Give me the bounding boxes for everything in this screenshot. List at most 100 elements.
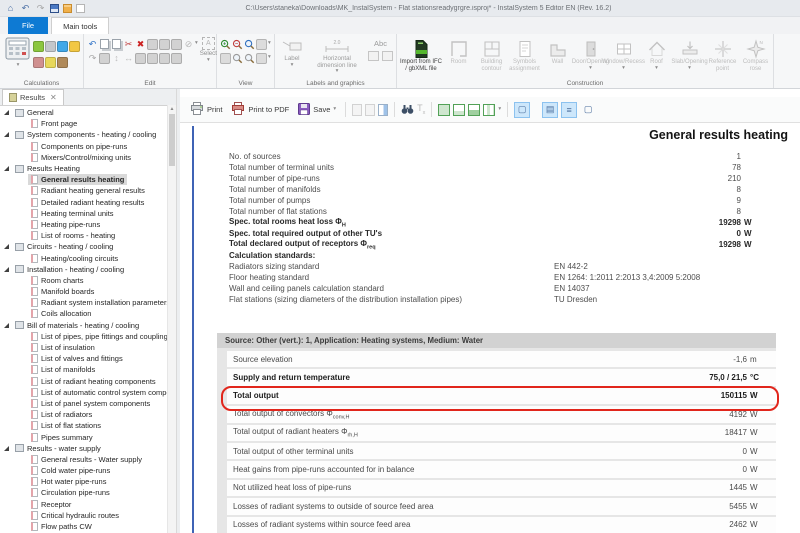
print-to-pdf-button[interactable]: Print to PDF — [228, 100, 292, 119]
new-document-icon[interactable] — [76, 4, 85, 13]
tree-item[interactable]: List of pipes, pipe fittings and couplin… — [0, 331, 168, 342]
water-calculation-icon[interactable] — [69, 40, 80, 52]
calculations-dropdown-icon[interactable]: ▾ — [17, 63, 20, 69]
diagnostics-icon[interactable] — [33, 56, 44, 68]
anchor-icon[interactable] — [159, 38, 170, 50]
plain-view-toggle[interactable]: ▢ — [580, 102, 596, 118]
print-button[interactable]: Print — [187, 100, 225, 119]
window-recess-dropdown-icon[interactable]: ▾ — [622, 66, 625, 72]
fit-width-toggle[interactable]: ▢ — [514, 102, 530, 118]
tree-item[interactable]: List of rooms - heating — [0, 230, 168, 241]
tree-item[interactable]: Manifold boards — [0, 286, 168, 297]
tree-item[interactable]: Critical hydraulic routes — [0, 510, 168, 521]
tree-item[interactable]: Installation - heating / cooling — [0, 264, 168, 275]
pan-icon[interactable] — [220, 52, 231, 64]
text-abc-icon[interactable]: Abc — [374, 39, 387, 48]
expand-arrow-icon[interactable] — [4, 110, 9, 115]
tree-item[interactable]: Bill of materials - heating / cooling — [0, 320, 168, 331]
tree-item[interactable]: Pipes summary — [0, 431, 168, 442]
report-style-grid-icon[interactable] — [483, 104, 495, 116]
tree-item[interactable]: List of valves and fittings — [0, 353, 168, 364]
flip-vertical-icon[interactable]: ↕ — [111, 52, 122, 64]
expand-arrow-icon[interactable] — [4, 267, 9, 272]
tree-item[interactable]: General results heating — [0, 174, 168, 185]
tab-main-tools[interactable]: Main tools — [51, 17, 109, 34]
table-graphic-icon[interactable] — [368, 51, 379, 61]
tree-item[interactable]: List of automatic control system compo — [0, 387, 168, 398]
door-opening-dropdown-icon[interactable]: ▾ — [589, 66, 592, 72]
paste-icon[interactable] — [111, 38, 122, 50]
row-dropdown-icon[interactable]: ▾ — [268, 41, 271, 47]
search-binoculars-icon[interactable] — [401, 103, 414, 117]
save-icon[interactable] — [50, 4, 59, 13]
viewports-icon[interactable] — [256, 52, 267, 64]
zoom-all-icon[interactable] — [244, 52, 255, 64]
report-style-summary-icon[interactable] — [468, 104, 480, 116]
tree-item[interactable]: Heating pipe-runs — [0, 219, 168, 230]
align-icon[interactable] — [147, 38, 158, 50]
tree-item[interactable]: Results - water supply — [0, 443, 168, 454]
page-view-toggle[interactable]: ▤ — [542, 102, 558, 118]
tab-file[interactable]: File — [8, 17, 48, 34]
tree-item[interactable]: Front page — [0, 118, 168, 129]
auto-off-icon[interactable]: ⊘ — [183, 38, 194, 50]
horizontal-dimension-line-button[interactable]: 2.0 Horizontal dimension line ▾ — [306, 37, 368, 75]
zoom-out-icon[interactable]: − — [232, 38, 243, 50]
expand-arrow-icon[interactable] — [4, 244, 9, 249]
columns-icon[interactable] — [171, 52, 182, 64]
redo-icon[interactable]: ↷ — [87, 52, 98, 64]
label-button[interactable]: Label ▾ — [278, 37, 306, 68]
table-icon[interactable] — [159, 52, 170, 64]
tree-item[interactable]: Circulation pipe-runs — [0, 487, 168, 498]
pages-icon[interactable] — [99, 52, 110, 64]
zoom-in-icon[interactable]: + — [220, 38, 231, 50]
select-button[interactable]: A Select ▾ — [198, 37, 219, 65]
delete-icon[interactable]: ✖ — [135, 38, 146, 50]
trim-icon[interactable] — [147, 52, 158, 64]
tree-item[interactable]: Detailed radiant heating results — [0, 197, 168, 208]
tree-item[interactable]: System components - heating / cooling — [0, 129, 168, 140]
tree-item[interactable]: List of manifolds — [0, 364, 168, 375]
scroll-up-icon[interactable]: ▲ — [168, 105, 176, 113]
tree-item[interactable]: Heating terminal units — [0, 208, 168, 219]
expand-arrow-icon[interactable] — [4, 323, 9, 328]
save-dropdown-icon[interactable]: ▾ — [333, 107, 336, 113]
report-style-dropdown-icon[interactable]: ▾ — [498, 107, 501, 113]
tree-item[interactable]: Components on pipe-runs — [0, 141, 168, 152]
calculations-button[interactable]: ▾ — [3, 37, 33, 69]
cooling-calculation-icon[interactable] — [57, 40, 68, 52]
tree-item[interactable]: Radiant heating general results — [0, 185, 168, 196]
connection-check-icon[interactable] — [45, 56, 56, 68]
tree-item[interactable]: Cold water pipe-runs — [0, 465, 168, 476]
table-columns-icon[interactable] — [378, 104, 388, 116]
general-calculation-icon[interactable] — [45, 40, 56, 52]
open-folder-icon[interactable] — [63, 4, 72, 13]
tree-item[interactable]: List of panel system components — [0, 398, 168, 409]
pointer-graphic-icon[interactable] — [382, 51, 393, 61]
home-icon[interactable]: ⌂ — [5, 3, 16, 14]
tree-item[interactable]: List of radiators — [0, 409, 168, 420]
expand-arrow-icon[interactable] — [4, 132, 9, 137]
tree-item[interactable]: Results Heating — [0, 163, 168, 174]
flip-horizontal-icon[interactable]: ↔ — [123, 52, 134, 64]
cut-icon[interactable]: ✂ — [123, 38, 134, 50]
copy-icon[interactable] — [99, 38, 110, 50]
previous-view-icon[interactable] — [256, 38, 267, 50]
scale-icon[interactable] — [135, 52, 146, 64]
results-panel-tab[interactable]: Results ✕ — [2, 89, 64, 105]
tree-item[interactable]: Heating/cooling circuits — [0, 252, 168, 263]
scrollbar-thumb[interactable] — [169, 114, 175, 166]
tree-item[interactable]: General results - Water supply — [0, 454, 168, 465]
list-view-toggle[interactable]: ≡ — [561, 102, 577, 118]
row-dropdown-icon[interactable]: ▾ — [268, 55, 271, 61]
tree-item[interactable]: Room charts — [0, 275, 168, 286]
undo-icon[interactable]: ↶ — [87, 38, 98, 50]
roof-dropdown-icon[interactable]: ▾ — [655, 66, 658, 72]
report-style-full-icon[interactable] — [438, 104, 450, 116]
slab-opening-dropdown-icon[interactable]: ▾ — [688, 66, 691, 72]
expand-arrow-icon[interactable] — [4, 446, 9, 451]
import-ifc-button[interactable]: Import from IFC / gbXML file — [400, 37, 442, 73]
tree-item[interactable]: General — [0, 107, 168, 118]
expand-arrow-icon[interactable] — [4, 166, 9, 171]
tree-item[interactable]: Hot water pipe-runs — [0, 476, 168, 487]
